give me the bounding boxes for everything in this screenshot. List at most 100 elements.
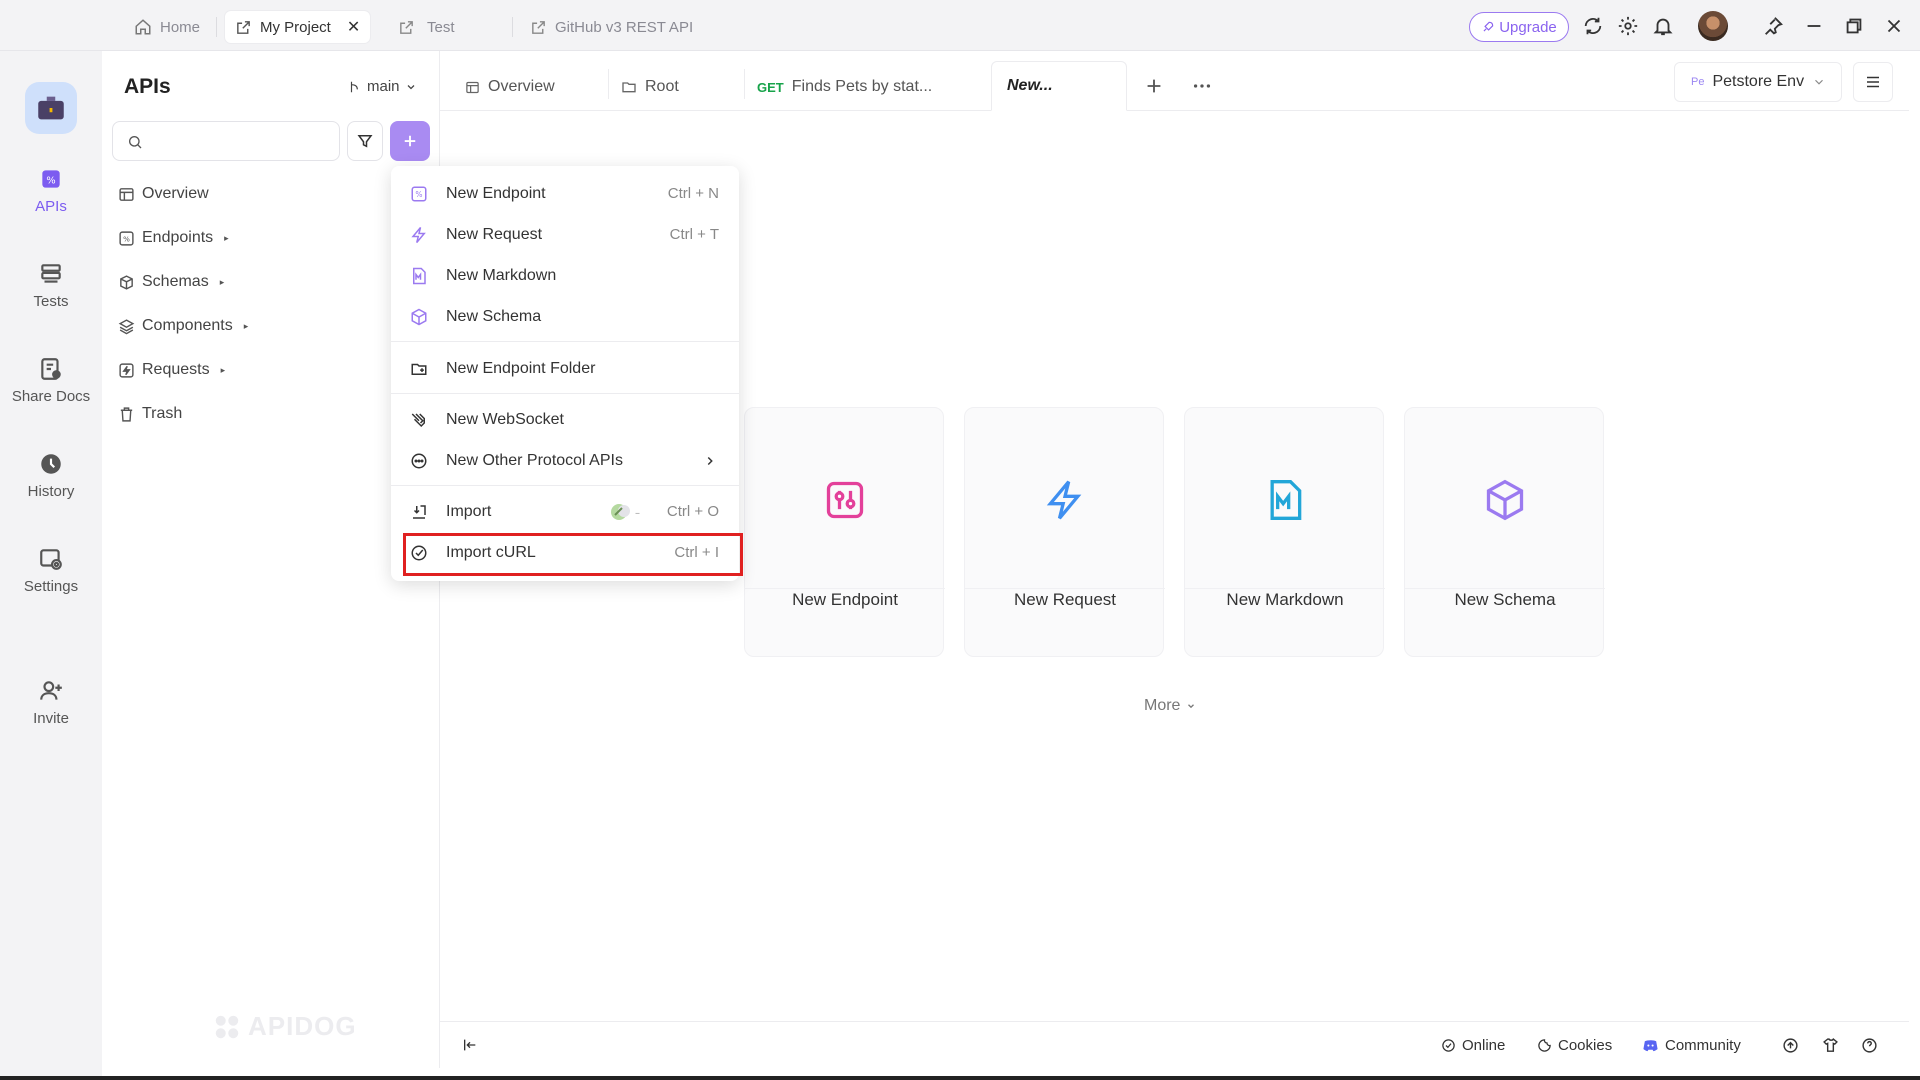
menu-item-new-markdown[interactable]: New Markdown	[391, 258, 739, 294]
add-tab-icon[interactable]	[1143, 75, 1165, 97]
collapse-sidebar-icon[interactable]	[462, 1037, 478, 1053]
markdown-icon	[413, 267, 426, 285]
tree-item-trash[interactable]: Trash	[118, 402, 182, 426]
branch-icon	[350, 81, 358, 92]
tab-home[interactable]: Home	[124, 11, 210, 43]
menu-button[interactable]	[1853, 62, 1893, 102]
online-label: Online	[1462, 1037, 1506, 1054]
doc-tab-finds-pets[interactable]: GET Finds Pets by stat...	[757, 73, 932, 101]
gear-icon[interactable]	[1617, 15, 1639, 37]
tree-item-schemas[interactable]: Schemas ▸	[118, 270, 224, 294]
cookies-button[interactable]: Cookies	[1537, 1037, 1612, 1054]
rail-label: APIs	[35, 198, 67, 215]
tab-my-project[interactable]: My Project ✕	[225, 11, 371, 43]
tree-label: Overview	[142, 185, 209, 202]
menu-item-new-request[interactable]: New Request Ctrl + T	[391, 217, 739, 253]
environment-select[interactable]: Pe Petstore Env	[1674, 62, 1842, 102]
doc-tab-label: New...	[1007, 77, 1053, 94]
tab-divider	[512, 17, 513, 37]
close-icon[interactable]: ✕	[347, 17, 360, 37]
add-button[interactable]	[390, 121, 430, 161]
menu-item-new-other-protocol[interactable]: New Other Protocol APIs	[391, 443, 739, 479]
online-status[interactable]: Online	[1441, 1037, 1505, 1054]
restore-icon[interactable]	[1843, 15, 1865, 37]
rail-item-history[interactable]: History	[0, 451, 102, 500]
menu-item-label: New Request	[446, 226, 543, 243]
community-label: Community	[1665, 1037, 1741, 1054]
menu-item-new-websocket[interactable]: New WebSocket	[391, 402, 739, 438]
rail-item-invite[interactable]: Invite	[0, 678, 102, 727]
tab-divider	[608, 69, 609, 99]
community-button[interactable]: Community	[1642, 1037, 1741, 1054]
more-tabs-icon[interactable]	[1191, 75, 1213, 97]
rail-item-share-docs[interactable]: Share Docs	[0, 356, 102, 405]
caret-right-icon[interactable]: ▸	[221, 365, 226, 376]
rail-item-tests[interactable]: Tests	[0, 261, 102, 310]
upload-icon[interactable]	[1782, 1037, 1799, 1054]
filter-button[interactable]	[347, 121, 383, 161]
caret-right-icon[interactable]: ▸	[220, 277, 225, 288]
doc-tab-label: Overview	[488, 78, 555, 95]
watermark-text: APIDOG	[248, 1011, 357, 1041]
upgrade-label: Upgrade	[1499, 18, 1557, 36]
caret-right-icon[interactable]: ▸	[224, 233, 229, 244]
tab-label: Home	[160, 18, 201, 36]
card-new-schema[interactable]: New Schema	[1404, 407, 1605, 657]
upgrade-button[interactable]: Upgrade	[1469, 12, 1569, 42]
external-link-icon	[400, 20, 413, 34]
pin-icon[interactable]	[1762, 15, 1784, 37]
menu-item-label: New Endpoint	[446, 185, 546, 202]
refresh-icon[interactable]	[1582, 15, 1604, 37]
home-icon	[135, 19, 151, 35]
search-input[interactable]	[151, 130, 331, 154]
tree-item-components[interactable]: Components ▸	[118, 314, 248, 338]
project-logo[interactable]	[25, 82, 77, 134]
tree-label: Schemas	[142, 273, 209, 290]
lightning-icon	[1043, 478, 1087, 522]
window-close-icon[interactable]	[1883, 15, 1905, 37]
doc-tab-overview[interactable]: Overview	[465, 73, 555, 101]
rail-item-apis[interactable]: % APIs	[0, 166, 102, 215]
document-tabs: Overview Root GET Finds Pets by stat... …	[440, 51, 1909, 111]
api-icon: %	[38, 166, 64, 192]
markdown-icon	[1263, 478, 1307, 522]
minimize-icon[interactable]	[1803, 15, 1825, 37]
help-icon[interactable]	[1861, 1037, 1878, 1054]
invite-icon	[38, 678, 64, 704]
menu-item-import[interactable]: Import – Ctrl + O	[391, 494, 739, 530]
components-icon	[118, 318, 135, 334]
svg-text:%: %	[123, 234, 130, 243]
trash-icon	[120, 406, 133, 422]
card-new-markdown[interactable]: New Markdown	[1184, 407, 1385, 657]
settings-icon	[38, 546, 64, 572]
card-new-request[interactable]: New Request	[964, 407, 1165, 657]
caret-right-icon[interactable]: ▸	[244, 321, 249, 332]
card-label: New Endpoint	[792, 590, 898, 609]
tree-item-endpoints[interactable]: % Endpoints ▸	[118, 226, 229, 250]
doc-tab-root[interactable]: Root	[621, 73, 679, 101]
lightning-icon	[411, 227, 426, 243]
tab-test[interactable]: Test	[388, 11, 465, 43]
menu-item-new-endpoint-folder[interactable]: New Endpoint Folder	[391, 351, 739, 387]
tree-item-overview[interactable]: Overview	[118, 182, 209, 206]
card-divider	[1185, 588, 1385, 589]
websocket-icon	[411, 413, 425, 428]
tree-label: Trash	[142, 405, 183, 422]
tab-divider	[216, 17, 217, 37]
schema-icon	[120, 274, 133, 290]
doc-tab-new[interactable]: New...	[991, 61, 1127, 111]
cube-icon	[411, 308, 427, 326]
bell-icon[interactable]	[1652, 15, 1674, 37]
card-new-endpoint[interactable]: New Endpoint	[744, 407, 945, 657]
menu-item-new-endpoint[interactable]: % New Endpoint Ctrl + N	[391, 176, 739, 212]
rail-item-settings[interactable]: Settings	[0, 546, 102, 595]
avatar[interactable]	[1698, 11, 1728, 41]
card-divider	[745, 588, 945, 589]
tab-github-api[interactable]: GitHub v3 REST API	[520, 11, 703, 43]
shirt-icon[interactable]	[1822, 1037, 1839, 1054]
menu-item-new-schema[interactable]: New Schema	[391, 299, 739, 335]
http-method-badge: GET	[757, 79, 784, 95]
branch-selector[interactable]: main	[348, 78, 417, 95]
tree-item-requests[interactable]: Requests ▸	[118, 358, 225, 382]
more-link[interactable]: More	[1144, 697, 1196, 715]
